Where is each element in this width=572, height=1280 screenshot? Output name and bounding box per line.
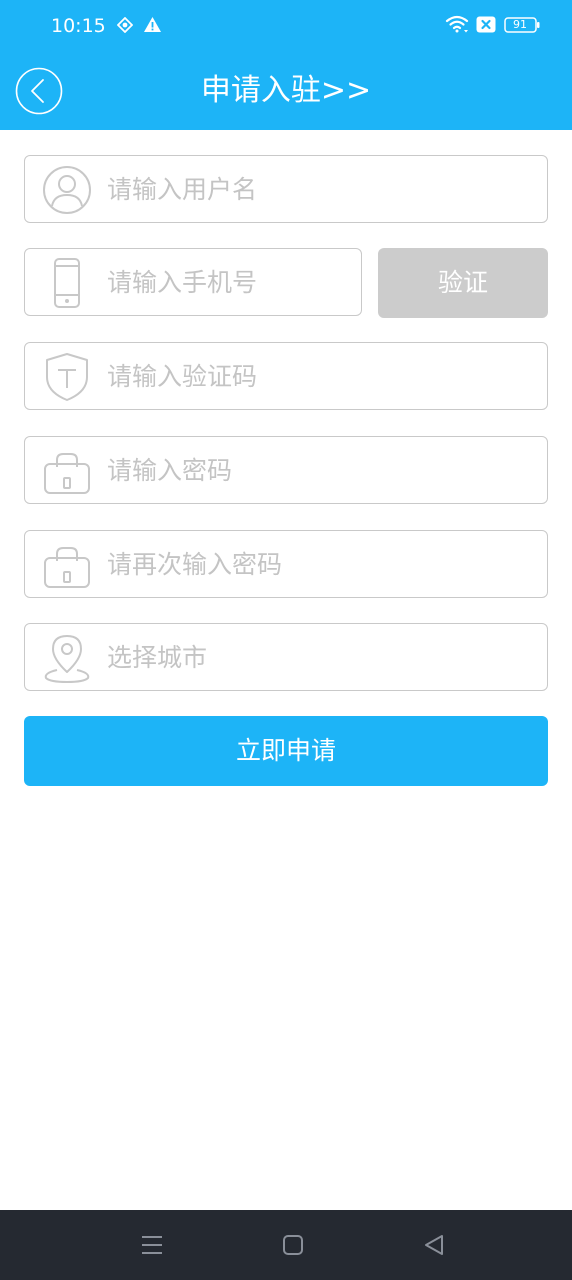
username-field[interactable]: [24, 155, 548, 223]
header: 10:15 91 申请入驻>>: [0, 0, 572, 130]
location-pin-icon: [44, 635, 90, 684]
shield-icon: [46, 353, 88, 401]
code-field[interactable]: [24, 342, 548, 410]
status-bar: 10:15 91: [0, 0, 572, 52]
user-icon: [43, 166, 91, 214]
back-triangle-icon[interactable]: [419, 1230, 449, 1260]
password-confirm-field[interactable]: [24, 530, 548, 598]
wifi-icon: [445, 15, 469, 33]
verify-button[interactable]: 验证: [378, 248, 548, 318]
page-title: 申请入驻>>: [200, 73, 372, 108]
status-time: 10:15: [51, 15, 106, 37]
title-bar: 申请入驻>>: [0, 52, 572, 130]
submit-button[interactable]: 立即申请: [24, 716, 548, 786]
lock-icon: [44, 453, 90, 494]
alert-icon: [144, 17, 161, 32]
screen: 10:15 91 申请入驻>> 请输入用户名 请输入手机号 验证 请输入验证码 …: [0, 0, 572, 1280]
sim-off-icon: [476, 16, 496, 33]
battery-icon: 91: [504, 17, 540, 33]
city-input[interactable]: [107, 624, 527, 690]
lock-icon: [44, 547, 90, 588]
username-input[interactable]: [107, 156, 527, 222]
phone-field[interactable]: [24, 248, 362, 316]
menu-icon[interactable]: [137, 1230, 167, 1260]
chevron-left-icon: [15, 67, 63, 115]
battery-level: 91: [513, 18, 527, 31]
code-input[interactable]: [107, 343, 527, 409]
password-input[interactable]: [107, 437, 527, 503]
phone-icon: [54, 258, 80, 308]
password-field[interactable]: [24, 436, 548, 504]
phone-input[interactable]: [107, 249, 347, 315]
back-button[interactable]: [15, 67, 63, 115]
nav-bar: [0, 1210, 572, 1280]
city-field[interactable]: [24, 623, 548, 691]
location-icon: [117, 17, 133, 33]
home-square-icon[interactable]: [278, 1230, 308, 1260]
password-confirm-input[interactable]: [107, 531, 527, 597]
